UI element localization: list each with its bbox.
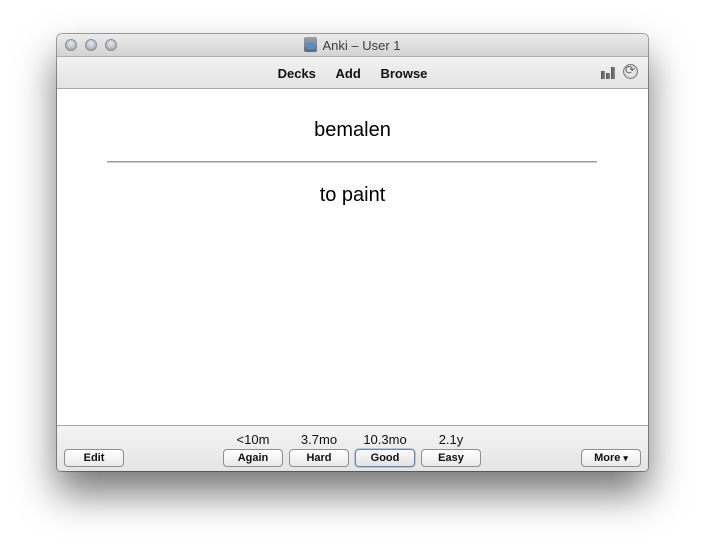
chevron-down-icon: ▾: [623, 453, 628, 463]
main-toolbar: Decks Add Browse: [57, 57, 648, 89]
more-button[interactable]: More ▾: [581, 449, 641, 467]
window-title: Anki – User 1: [57, 37, 648, 53]
browse-link[interactable]: Browse: [380, 66, 427, 81]
anki-icon: [304, 37, 318, 52]
hard-button[interactable]: Hard: [289, 449, 349, 467]
window-title-text: Anki – User 1: [322, 38, 401, 53]
answer-divider: [107, 161, 597, 163]
sync-icon[interactable]: [623, 63, 638, 79]
card-front: bemalen: [314, 119, 391, 141]
more-label: More: [594, 452, 621, 464]
toolbar-nav: Decks Add Browse: [57, 66, 648, 81]
title-bar: Anki – User 1: [57, 34, 648, 57]
again-button[interactable]: Again: [223, 449, 283, 467]
good-interval: 10.3mo: [363, 432, 407, 447]
hard-interval: 3.7mo: [300, 432, 338, 447]
anki-window: Anki – User 1 Decks Add Browse bemalen t…: [57, 34, 648, 471]
card-view: bemalen to paint: [57, 89, 648, 425]
decks-link[interactable]: Decks: [278, 66, 316, 81]
card-back: to paint: [319, 184, 386, 206]
easy-button[interactable]: Easy: [421, 449, 481, 467]
stats-icon[interactable]: [601, 67, 617, 79]
edit-button[interactable]: Edit: [64, 449, 124, 467]
add-link[interactable]: Add: [336, 66, 361, 81]
good-button[interactable]: Good: [355, 449, 415, 467]
again-interval: <10m: [236, 432, 270, 447]
easy-interval: 2.1y: [438, 432, 464, 447]
bottom-bar: Edit <10m 3.7mo 10.3mo 2.1y Again Hard G…: [57, 425, 648, 471]
